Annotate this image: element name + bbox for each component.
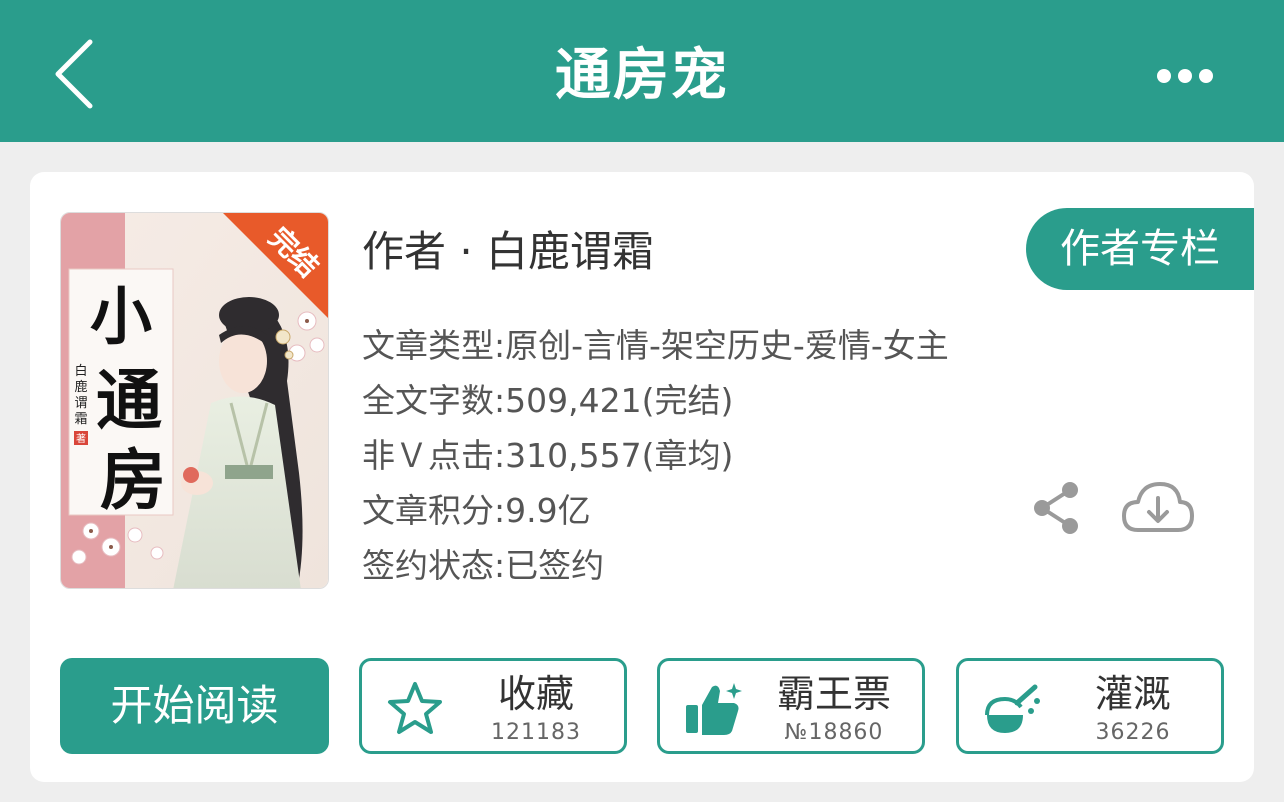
info-score: 文章积分:9.9亿	[362, 491, 591, 530]
cover-title-char-3: 房	[100, 441, 166, 519]
book-info-list: 文章类型:原创-言情-架空历史-爱情-女主 全文字数:509,421(完结) 非…	[362, 318, 949, 593]
info-type: 文章类型:原创-言情-架空历史-爱情-女主	[362, 326, 949, 365]
svg-text:白: 白	[74, 363, 87, 379]
svg-text:鹿: 鹿	[74, 379, 87, 395]
share-icon	[1034, 482, 1078, 534]
author-column-button[interactable]: 作者专栏	[1026, 208, 1254, 290]
irrigate-label: 灌溉	[1094, 672, 1171, 716]
collect-count: 121183	[491, 720, 581, 745]
cover-title-char-1: 小	[90, 280, 152, 353]
collect-button[interactable]: 收藏 121183	[359, 658, 627, 754]
vote-label: 霸王票	[776, 672, 891, 716]
cover-title-char-2: 通	[96, 361, 162, 439]
download-button[interactable]	[1120, 478, 1196, 538]
top-app-bar: 通房宠	[0, 0, 1284, 142]
vote-button[interactable]: 霸王票 №18860	[657, 658, 925, 754]
irrigate-button[interactable]: 灌溉 36226	[956, 658, 1224, 754]
more-horizontal-icon	[1157, 69, 1213, 83]
svg-text:著: 著	[76, 432, 86, 445]
info-sign-status: 签约状态:已签约	[362, 546, 605, 585]
svg-text:霜: 霜	[74, 412, 87, 427]
page-title: 通房宠	[555, 43, 729, 108]
info-clicks: 非Ｖ点击:310,557(章均)	[362, 436, 734, 475]
author-name[interactable]: 作者 · 白鹿谓霜	[362, 224, 654, 280]
svg-text:谓: 谓	[74, 396, 87, 411]
star-icon	[388, 682, 442, 734]
book-info-card: 完结 小 通 房 白鹿谓霜 著 作者 · 白鹿谓霜 作者专栏 文章类型:原创-言…	[30, 172, 1254, 782]
irrigate-count: 36226	[1095, 720, 1171, 745]
cover-illustration: 完结 小 通 房 白鹿谓霜 著	[61, 213, 328, 588]
nutrient-flask-icon	[985, 684, 1040, 733]
cloud-download-icon	[1122, 482, 1194, 532]
more-button[interactable]	[1150, 56, 1220, 96]
thumbs-up-icon	[686, 683, 742, 735]
share-button[interactable]	[1030, 480, 1082, 536]
book-cover[interactable]: 完结 小 通 房 白鹿谓霜 著	[60, 212, 329, 589]
vote-count: №18860	[784, 720, 884, 745]
collect-label: 收藏	[497, 672, 574, 716]
start-reading-button[interactable]: 开始阅读	[60, 658, 329, 754]
info-word-count: 全文字数:509,421(完结)	[362, 381, 734, 420]
